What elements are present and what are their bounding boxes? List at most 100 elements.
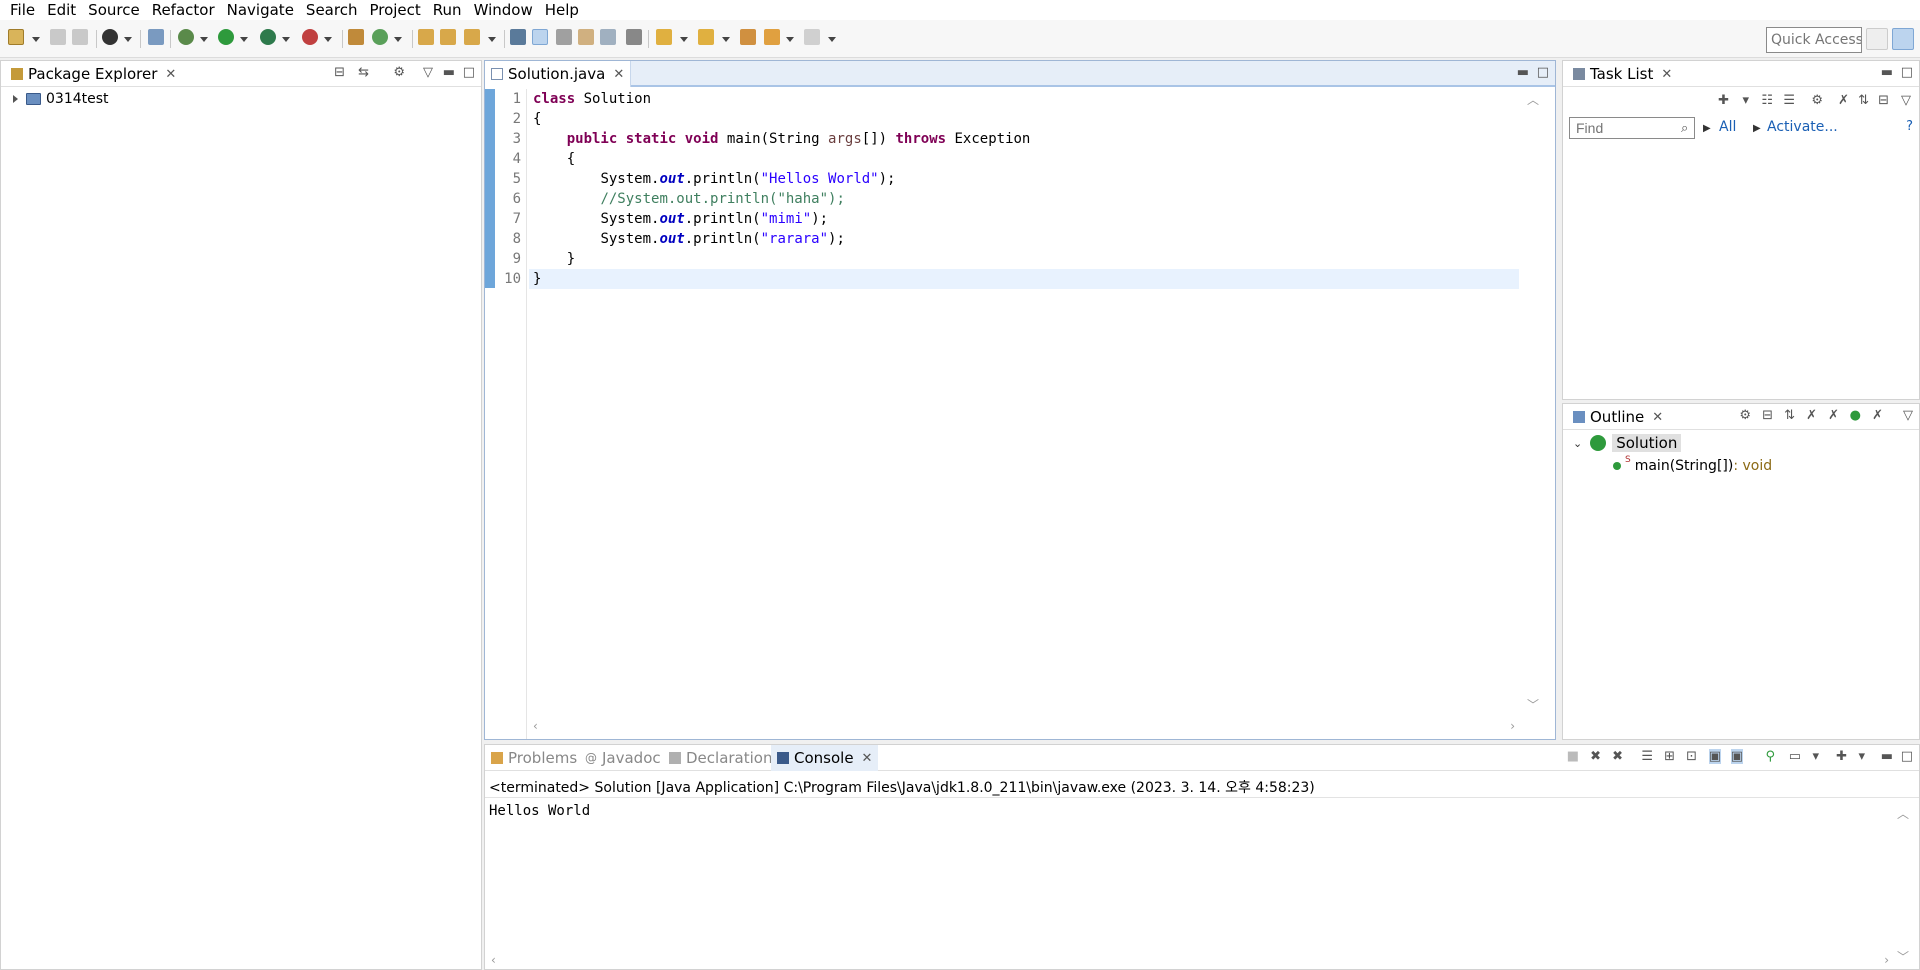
scroll-lock-icon[interactable]: ⊞ [1664,749,1675,764]
close-icon[interactable]: ✕ [613,67,624,82]
new-java-package-icon[interactable] [348,29,364,45]
scroll-right-icon[interactable]: › [1884,953,1889,967]
outline-method-item[interactable]: S main(String[]) : void [1613,455,1772,474]
hide-local-types-icon[interactable]: ✗ [1872,408,1883,423]
minimize-icon[interactable]: ▬ [1517,65,1529,80]
account-icon[interactable] [102,29,118,45]
menu-search[interactable]: Search [300,0,364,20]
scroll-left-icon[interactable]: ‹ [533,719,538,733]
forward-dropdown-icon[interactable] [828,37,836,42]
tab-outline[interactable]: Outline ✕ [1567,404,1669,430]
link-with-editor-icon[interactable]: ⇆ [358,65,369,80]
word-wrap-icon[interactable] [600,29,616,45]
close-icon[interactable]: ✕ [165,67,176,82]
run-dropdown-icon[interactable] [240,37,248,42]
menu-refactor[interactable]: Refactor [146,0,221,20]
collapse-all-icon[interactable]: ⊟ [334,65,345,80]
menu-window[interactable]: Window [468,0,539,20]
menu-file[interactable]: File [4,0,41,20]
external-tools-icon[interactable] [302,29,318,45]
pilcrow-icon[interactable] [626,29,642,45]
hide-non-public-icon[interactable]: ● [1850,408,1861,423]
show-whitespace-icon[interactable] [578,29,594,45]
clear-console-icon[interactable]: ☰ [1641,749,1653,764]
new-task-icon[interactable]: ✚ [1718,93,1729,108]
java-perspective-icon[interactable] [1892,28,1914,50]
editor-vertical-scrollbar[interactable]: ︿ ﹀ [1523,89,1541,715]
pin-console-icon[interactable]: ⚲ [1765,749,1775,764]
sort-icon[interactable]: ⇅ [1784,408,1795,423]
previous-annotation-icon[interactable] [698,29,714,45]
collapse-all-icon[interactable]: ⊟ [1762,408,1773,423]
console-output[interactable]: Hellos World [489,803,590,819]
scroll-up-icon[interactable]: ︿ [1527,91,1539,108]
word-wrap-icon[interactable]: ⊡ [1686,749,1697,764]
scroll-left-icon[interactable]: ‹ [491,953,496,967]
focus-icon[interactable]: ⚙ [1811,93,1823,108]
show-stderr-icon[interactable]: ▣ [1730,749,1743,764]
previous-annotation-dropdown-icon[interactable] [722,37,730,42]
close-icon[interactable]: ✕ [1652,410,1663,425]
debug-dropdown-icon[interactable] [200,37,208,42]
tab-solution-java[interactable]: Solution.java ✕ [485,61,632,87]
close-icon[interactable]: ✕ [1661,67,1672,82]
maximize-icon[interactable]: □ [1537,65,1549,80]
view-menu-icon[interactable]: ▽ [423,65,433,80]
close-icon[interactable]: ✕ [862,751,873,766]
maximize-icon[interactable]: □ [463,65,475,80]
menu-project[interactable]: Project [363,0,426,20]
coverage-icon[interactable] [260,29,276,45]
scheduled-icon[interactable]: ☰ [1783,93,1795,108]
last-edit-location-icon[interactable] [740,29,756,45]
toggle-mark-occurrences-icon[interactable] [532,29,548,45]
activate-link[interactable]: Activate... [1767,119,1838,135]
open-console-icon[interactable]: ✚ [1836,749,1847,764]
help-icon[interactable]: ? [1906,119,1913,134]
remove-all-terminated-icon[interactable]: ✖ [1612,749,1623,764]
collapse-all-icon[interactable]: ⊟ [1878,93,1889,108]
code-area[interactable]: class Solution { public static void main… [529,89,1519,719]
tab-package-explorer[interactable]: Package Explorer ✕ [5,61,182,87]
expand-icon[interactable] [13,95,18,103]
display-console-dropdown-icon[interactable]: ▾ [1812,749,1819,764]
toggle-ant-editor-icon[interactable] [510,29,526,45]
synchronize-icon[interactable]: ⇅ [1858,93,1869,108]
categorized-icon[interactable]: ☷ [1761,93,1773,108]
debug-icon[interactable] [178,29,194,45]
tab-declaration[interactable]: Declaration [663,745,778,771]
run-icon[interactable] [218,29,234,45]
minimize-icon[interactable]: ▬ [443,65,455,80]
tab-javadoc[interactable]: @ Javadoc [579,745,667,771]
toggle-breakpoint-icon[interactable] [148,29,164,45]
terminate-icon[interactable]: ■ [1567,749,1579,764]
account-dropdown-icon[interactable] [124,37,132,42]
new-dropdown-icon[interactable] [32,37,40,42]
hide-static-icon[interactable]: ✗ [1828,408,1839,423]
editor-horizontal-scrollbar[interactable]: ‹ › [529,719,1519,735]
open-type-icon[interactable] [418,29,434,45]
menu-help[interactable]: Help [539,0,585,20]
new-java-class-icon[interactable] [372,29,388,45]
quick-access-input[interactable] [1766,27,1862,53]
view-menu-icon[interactable]: ▽ [1903,408,1913,423]
maximize-icon[interactable]: □ [1901,749,1913,764]
search-dropdown-icon[interactable] [488,37,496,42]
new-class-dropdown-icon[interactable] [394,37,402,42]
menu-navigate[interactable]: Navigate [221,0,300,20]
remove-launch-icon[interactable]: ✖ [1590,749,1601,764]
scroll-down-icon[interactable]: ﹀ [1527,696,1539,713]
all-link[interactable]: All [1719,119,1736,135]
menu-edit[interactable]: Edit [41,0,82,20]
project-tree-item[interactable]: 0314test [13,91,109,107]
outline-class-item[interactable]: ⌄ Solution [1573,434,1682,452]
filter-icon[interactable]: ⚙ [393,65,405,80]
tab-problems[interactable]: Problems [485,745,583,771]
next-annotation-dropdown-icon[interactable] [680,37,688,42]
display-console-icon[interactable]: ▭ [1789,749,1801,764]
hide-fields-icon[interactable]: ✗ [1806,408,1817,423]
hide-completed-icon[interactable]: ✗ [1838,93,1849,108]
tab-console[interactable]: Console ✕ [771,745,879,771]
new-icon[interactable] [8,29,24,45]
view-menu-icon[interactable]: ▽ [1901,93,1911,108]
minimize-icon[interactable]: ▬ [1881,65,1893,80]
